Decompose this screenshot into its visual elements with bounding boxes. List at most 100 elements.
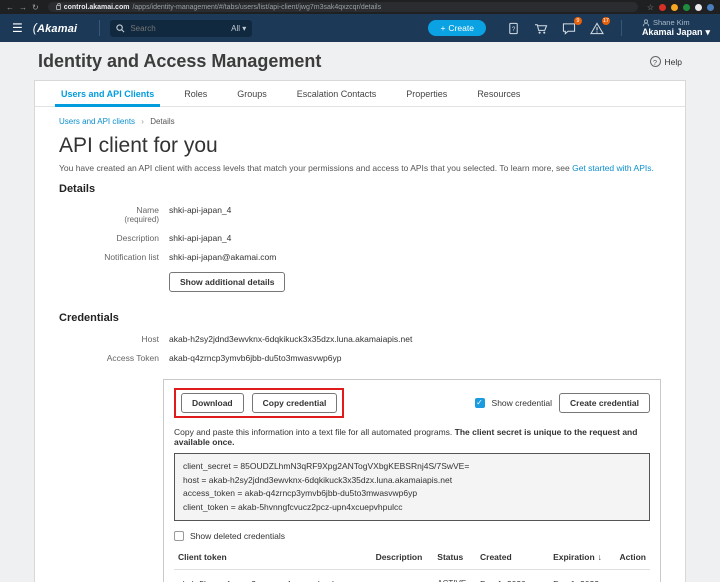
notification-value: shki-api-japan@akamai.com [169,252,276,262]
notification-field-row: Notification list shki-api-japan@akamai.… [59,252,663,262]
tab-escalation-contacts[interactable]: Escalation Contacts [295,81,379,106]
credential-code-block: client_secret = 85OUDZLhmN3qRF9Xpg2ANTog… [174,453,650,521]
global-search[interactable]: All ▾ [110,20,252,37]
tab-properties[interactable]: Properties [404,81,449,106]
table-row[interactable]: akab-5hvnngfcvucz2pcz-upn4xcuepvhpulcc A… [174,570,650,582]
table-header-row: Client token Description Status Created … [174,545,650,570]
name-value: shki-api-japan_4 [169,205,231,224]
tab-bar: Users and API Clients Roles Groups Escal… [35,81,685,107]
search-scope-dropdown[interactable]: All ▾ [231,24,246,33]
show-deleted-label: Show deleted credentials [190,531,285,541]
alerts-badge: 17 [602,17,610,25]
access-token-label: Access Token [59,353,159,363]
help-button[interactable]: ? Help [650,56,682,67]
header-description[interactable]: Description [372,545,434,570]
host-label: Host [59,334,159,344]
browser-chrome: ← → ↻ control.akamai.com/apps/identity-m… [0,0,720,14]
cell-expiration: Dec 1, 2022 2:52:23 PM [549,570,615,582]
messages-icon[interactable]: 9 [562,22,576,35]
annotation-highlight-box: Download Copy credential [174,388,344,418]
docs-icon[interactable]: ? [507,22,520,35]
sort-desc-icon: ↓ [598,552,602,562]
plus-icon: + [440,23,445,33]
address-bar[interactable]: control.akamai.com/apps/identity-managem… [48,2,638,12]
name-field-row: Name(required) shki-api-japan_4 [59,205,663,224]
description-label: Description [59,233,159,243]
cart-icon[interactable] [534,22,548,35]
cell-created: Dec 1, 2020 2:52:23 PM [476,570,549,582]
hamburger-menu-icon[interactable]: ☰ [12,21,23,35]
code-line-host: host = akab-h2sy2jdnd3ewvknx-6dqkikuck3x… [183,474,641,488]
search-input[interactable] [130,24,226,33]
header-expiration[interactable]: Expiration↓ [549,545,615,570]
person-icon [642,19,650,27]
extension-icon[interactable] [683,4,690,11]
header-status[interactable]: Status [433,545,476,570]
create-credential-button[interactable]: Create credential [559,393,650,413]
search-icon [116,24,125,33]
ssl-lock-icon [56,5,61,10]
cell-client-token: akab-5hvnngfcvucz2pcz-upn4xcuepvhpulcc [174,570,372,582]
cell-description [372,570,434,582]
code-line-client-secret: client_secret = 85OUDZLhmN3qRF9Xpg2ANTog… [183,460,641,474]
tab-resources[interactable]: Resources [475,81,522,106]
description-field-row: Description shki-api-japan_4 [59,233,663,243]
access-token-value: akab-q4zrncp3ymvb6jbb-du5to3mwasvwp6yp [169,353,341,363]
browser-back-icon[interactable]: ← [6,3,14,12]
copy-credential-button[interactable]: Copy credential [252,393,338,413]
svg-text:?: ? [512,25,516,32]
bookmark-star-icon[interactable]: ☆ [647,3,654,12]
alerts-icon[interactable]: 17 [590,22,604,35]
user-menu[interactable]: Shane Kim Akamai Japan▾ [642,18,710,38]
browser-profile-avatar[interactable] [707,4,714,11]
notification-label: Notification list [59,252,159,262]
header-created[interactable]: Created [476,545,549,570]
cell-action[interactable] [616,570,650,582]
messages-badge: 9 [574,17,582,25]
show-deleted-checkbox[interactable] [174,531,184,541]
header-client-token[interactable]: Client token [174,545,372,570]
divider [99,20,100,36]
credentials-section-title: Credentials [59,312,663,324]
credential-panel: Download Copy credential ✓ Show credenti… [163,379,661,582]
cell-status: ACTIVE [433,570,476,582]
content-heading: API client for you [59,134,663,158]
description-value: shki-api-japan_4 [169,233,231,243]
download-button[interactable]: Download [181,393,244,413]
breadcrumb-current: Details [150,117,174,126]
header-action: Action [616,545,650,570]
breadcrumb-parent-link[interactable]: Users and API clients [59,117,135,126]
create-button[interactable]: +Create [428,20,485,36]
host-value: akab-h2sy2jdnd3ewvknx-6dqkikuck3x35dzx.l… [169,334,412,344]
copy-instruction: Copy and paste this information into a t… [174,427,650,447]
tab-users-and-api-clients[interactable]: Users and API Clients [59,81,156,106]
chevron-down-icon: ▾ [705,27,710,38]
show-credential-checkbox[interactable]: ✓ [475,398,485,408]
browser-forward-icon[interactable]: → [19,3,27,12]
browser-reload-icon[interactable]: ↻ [32,3,39,12]
name-label: Name(required) [59,205,159,224]
main-card: Users and API Clients Roles Groups Escal… [34,80,686,582]
host-field-row: Host akab-h2sy2jdnd3ewvknx-6dqkikuck3x35… [59,334,663,344]
extension-icon[interactable] [671,4,678,11]
show-additional-details-button[interactable]: Show additional details [169,272,285,292]
extension-icon[interactable] [659,4,666,11]
url-domain: control.akamai.com [64,4,130,11]
tab-roles[interactable]: Roles [182,81,209,106]
show-credential-label: Show credential [492,398,552,408]
page-title: Identity and Access Management [38,51,321,72]
intro-text: You have created an API client with acce… [59,163,663,173]
get-started-link[interactable]: Get started with APIs. [572,163,654,173]
app-header: ☰ (Akamai All ▾ +Create ? 9 17 Shane Kim… [0,14,720,42]
user-name: Shane Kim [653,18,690,27]
url-path: /apps/identity-management/#/tabs/users/l… [132,4,381,11]
akamai-logo[interactable]: (Akamai [33,21,78,35]
tab-groups[interactable]: Groups [235,81,269,106]
credentials-table: Client token Description Status Created … [174,545,650,582]
code-line-client-token: client_token = akab-5hvnngfcvucz2pcz-upn… [183,501,641,515]
divider [621,20,622,36]
access-token-field-row: Access Token akab-q4zrncp3ymvb6jbb-du5to… [59,353,663,363]
account-name: Akamai Japan [642,27,703,38]
extension-icon[interactable] [695,4,702,11]
breadcrumb-separator: › [141,117,144,126]
